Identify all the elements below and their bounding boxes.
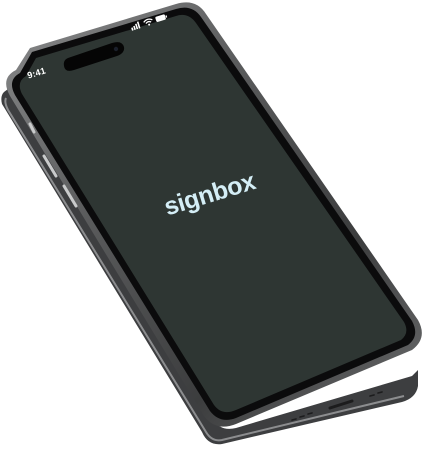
phone-mockup: 9:41 signbox [0,0,423,451]
phone-illustration [1,2,422,445]
front-camera-icon [113,46,119,52]
